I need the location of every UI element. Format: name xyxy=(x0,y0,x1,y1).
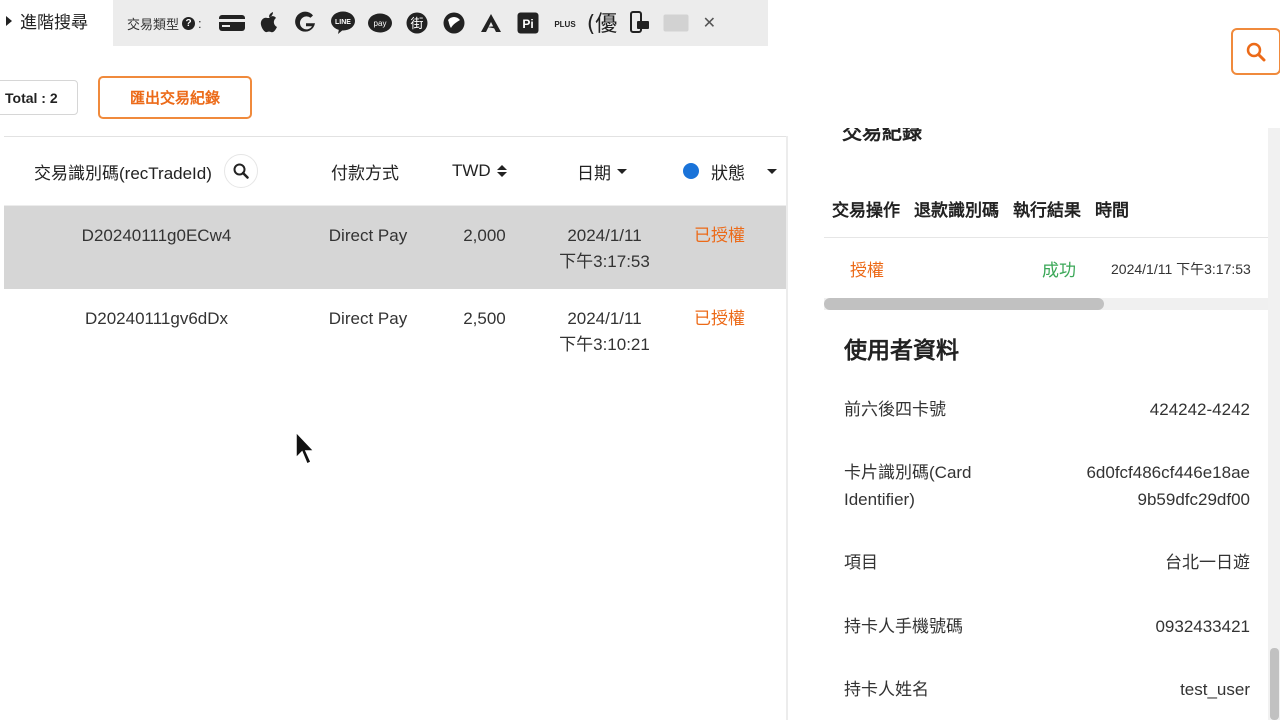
payment-type-label-group: 交易類型 ? : xyxy=(127,14,202,33)
log-result: 成功 xyxy=(1042,261,1076,280)
log-header-time: 時間 xyxy=(1095,201,1129,220)
phone-label: 持卡人手機號碼 xyxy=(844,617,963,636)
table-header: 交易識別碼(recTradeId) 付款方式 TWD 日期 狀態 xyxy=(4,137,786,206)
log-header-result: 執行結果 xyxy=(1013,201,1081,220)
help-icon[interactable]: ? xyxy=(182,16,196,30)
log-operation: 授權 xyxy=(850,261,884,280)
row-status: 已授權 xyxy=(694,309,745,328)
payment-icons: LINE pay 街 Pi PLUS (優 xyxy=(214,8,695,38)
trade-id-search-button[interactable] xyxy=(223,154,258,188)
advanced-search-label: 進階搜尋 xyxy=(20,13,88,32)
sort-icon xyxy=(496,165,507,177)
export-records-button[interactable]: 匯出交易紀錄 xyxy=(98,76,252,119)
card-identifier-value: 6d0fcf486cf446e18ae 9b59dfc29df00 xyxy=(1086,459,1250,513)
row-time: 下午3:17:53 xyxy=(559,252,650,271)
easy-card-icon[interactable]: (優 xyxy=(584,8,621,38)
payment-type-colon: : xyxy=(198,15,202,31)
cardholder-name-label: 持卡人姓名 xyxy=(844,680,929,699)
pi-icon-text: Pi xyxy=(522,17,533,31)
header-status-filter[interactable]: 狀態 xyxy=(683,159,777,184)
row-date: 2024/1/11 xyxy=(567,226,642,245)
transactions-table: 交易識別碼(recTradeId) 付款方式 TWD 日期 狀態 D202401… xyxy=(4,136,786,720)
chevron-down-icon xyxy=(767,168,777,174)
cardholder-name-value: test_user xyxy=(1180,680,1250,699)
vertical-scrollbar-thumb[interactable] xyxy=(1270,648,1279,720)
header-trade-id: 交易識別碼(recTradeId) xyxy=(34,154,258,188)
transaction-log-heading: 交易紀錄 xyxy=(842,128,922,144)
horizontal-scrollbar-thumb[interactable] xyxy=(824,298,1104,310)
row-payment-method: Direct Pay xyxy=(328,226,408,245)
apple-pay-icon[interactable] xyxy=(251,8,288,38)
row-time: 下午3:10:21 xyxy=(559,335,650,354)
header-trade-id-label: 交易識別碼(recTradeId) xyxy=(34,163,212,183)
easy-wallet-icon[interactable] xyxy=(436,8,473,38)
easy-icon-text: (優 xyxy=(587,12,618,37)
card-identifier-label-line1: 卡片識別碼(Card xyxy=(844,463,972,482)
jko-pay-icon[interactable]: 街 xyxy=(399,8,436,38)
row-trade-id: D20240111gv6dDx xyxy=(84,309,229,328)
close-icon[interactable]: ✕ xyxy=(703,13,716,33)
row-datetime: 2024/1/11 下午3:10:21 xyxy=(542,306,667,358)
advanced-search-toggle[interactable]: 進階搜尋 xyxy=(6,8,88,33)
sort-down-icon xyxy=(617,168,627,174)
mouse-cursor-icon xyxy=(295,430,316,466)
panel-divider xyxy=(786,136,788,720)
header-payment-method: 付款方式 xyxy=(331,159,399,184)
header-payment-method-label: 付款方式 xyxy=(331,163,399,183)
item-value: 台北一日遊 xyxy=(1165,553,1250,572)
item-label: 項目 xyxy=(844,553,878,572)
line-icon-text: LINE xyxy=(335,19,351,26)
header-date-label: 日期 xyxy=(577,163,611,183)
transaction-detail-panel: 交易紀錄 交易操作 退款識別碼 執行結果 時間 授權 成功 2024/1/11 … xyxy=(824,128,1270,720)
vertical-scrollbar-track[interactable] xyxy=(1268,128,1280,720)
row-datetime: 2024/1/11 下午3:17:53 xyxy=(542,223,667,275)
samsung-icon-text: pay xyxy=(374,19,387,28)
line-pay-icon[interactable]: LINE xyxy=(325,8,362,38)
samsung-pay-icon[interactable]: pay xyxy=(362,8,399,38)
transaction-log-header: 交易操作 退款識別碼 執行結果 時間 xyxy=(832,196,1129,221)
card-identifier-value-line2: 9b59dfc29df00 xyxy=(1137,490,1251,509)
table-row[interactable]: D20240111g0ECw4 Direct Pay 2,000 2024/1/… xyxy=(4,206,786,289)
card-number-value: 424242-4242 xyxy=(1149,400,1250,419)
search-button[interactable] xyxy=(1231,28,1280,75)
payment-type-label: 交易類型 xyxy=(127,16,180,32)
row-date: 2024/1/11 xyxy=(567,309,642,328)
google-pay-icon[interactable] xyxy=(288,8,325,38)
card-identifier-label-line2: Identifier) xyxy=(844,490,915,509)
jko-icon-text: 街 xyxy=(411,17,424,32)
card-reader-icon[interactable] xyxy=(621,8,658,38)
row-payment-method: Direct Pay xyxy=(328,309,408,328)
header-currency-label: TWD xyxy=(452,161,491,180)
caret-right-icon xyxy=(6,15,12,26)
search-icon xyxy=(233,163,249,179)
disabled-method-icon[interactable] xyxy=(658,8,695,38)
row-amount: 2,500 xyxy=(463,309,506,328)
table-row[interactable]: D20240111gv6dDx Direct Pay 2,500 2024/1/… xyxy=(4,289,786,372)
credit-card-icon[interactable] xyxy=(214,8,251,38)
card-identifier-value-line1: 6d0fcf486cf446e18ae xyxy=(1086,463,1250,482)
payment-type-filter-bar: 交易類型 ? : LINE pay 街 Pi PLUS (優 ✕ xyxy=(113,0,768,46)
card-number-label: 前六後四卡號 xyxy=(844,400,946,419)
phone-value: 0932433421 xyxy=(1155,617,1250,636)
header-date-sort[interactable]: 日期 xyxy=(577,159,627,184)
row-amount: 2,000 xyxy=(463,226,506,245)
log-time: 2024/1/11 下午3:17:53 xyxy=(1111,261,1251,277)
row-status: 已授權 xyxy=(694,226,745,245)
header-status-label: 狀態 xyxy=(711,163,745,183)
log-header-operation: 交易操作 xyxy=(832,201,900,220)
divider xyxy=(824,237,1270,238)
card-identifier-label: 卡片識別碼(Card Identifier) xyxy=(844,459,972,513)
plus-icon-text: PLUS xyxy=(554,20,576,29)
plus-pay-icon[interactable]: PLUS xyxy=(547,8,584,38)
row-trade-id: D20240111g0ECw4 xyxy=(81,226,232,245)
log-header-refund-id: 退款識別碼 xyxy=(914,201,999,220)
total-count: Total : 2 xyxy=(0,80,78,115)
user-info-title: 使用者資料 xyxy=(844,337,959,363)
search-icon xyxy=(1246,42,1266,61)
status-dot-icon xyxy=(683,163,699,179)
atome-icon[interactable] xyxy=(473,8,510,38)
header-currency-sort[interactable]: TWD xyxy=(452,161,507,181)
pi-wallet-icon[interactable]: Pi xyxy=(510,8,547,38)
